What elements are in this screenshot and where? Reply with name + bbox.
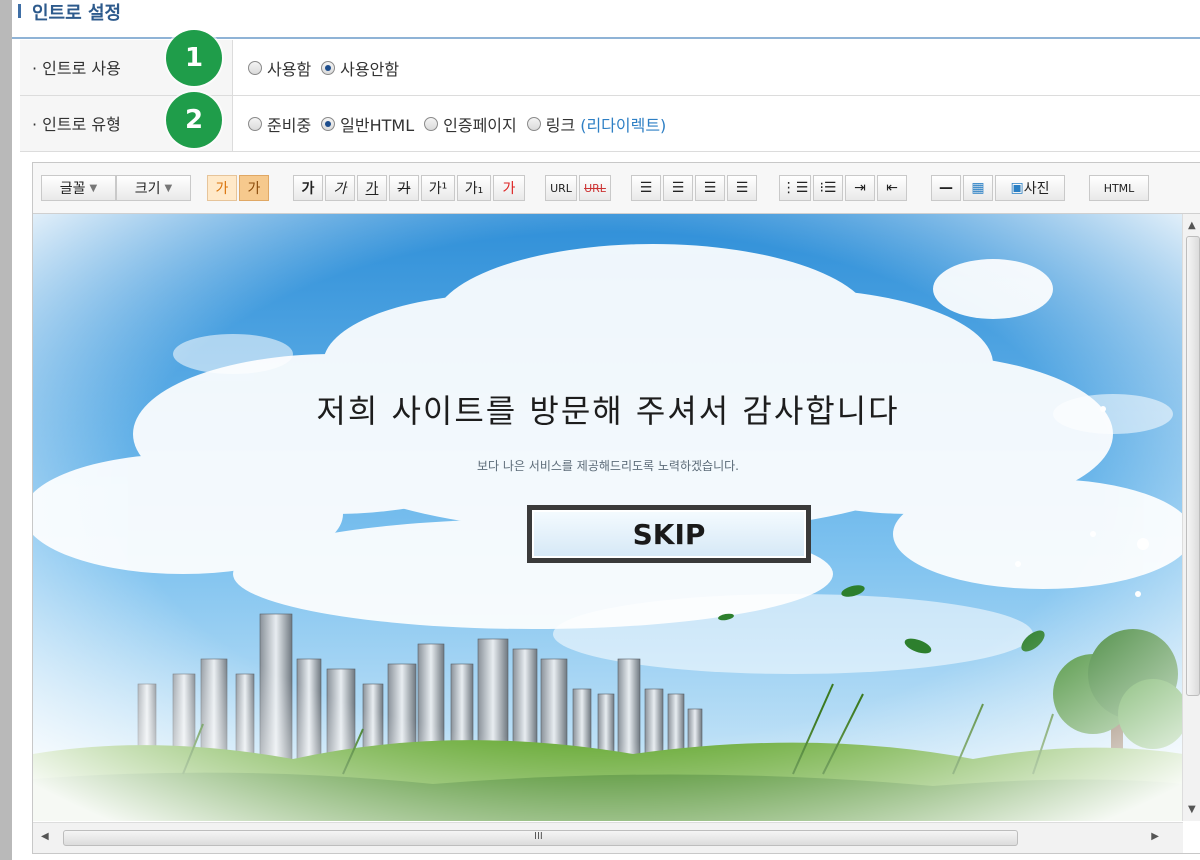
radio-general-html[interactable]	[321, 116, 336, 131]
scroll-left-icon[interactable]: ◀	[41, 831, 49, 842]
option-link[interactable]: 링크 (리다이렉트)	[526, 112, 667, 136]
text-color-button[interactable]: 가	[207, 175, 237, 201]
radio-auth-page[interactable]	[424, 116, 439, 131]
horizontal-rule-icon: —	[939, 180, 953, 196]
intro-use-label: · 인트로 사용	[32, 59, 121, 78]
image-icon: ▣	[1010, 180, 1024, 196]
indent-icon: ⇥	[854, 180, 866, 196]
scroll-down-icon[interactable]: ▼	[1188, 804, 1196, 815]
intro-headline: 저희 사이트를 방문해 주셔서 감사합니다	[316, 392, 900, 430]
vertical-scrollbar[interactable]: ▲ ▼	[1182, 214, 1200, 821]
option-preparing-label: 준비중	[267, 115, 312, 135]
editor-toolbar: 글꼴 ▼ 크기 ▼ 가 가 가 가 가 가 가¹ 가₁ 가 URL URL ☰ ☰ …	[33, 163, 1200, 214]
unordered-list-button[interactable]: ⁝☰	[813, 175, 843, 201]
link-button[interactable]: URL	[545, 175, 577, 201]
indent-button[interactable]: ⇥	[845, 175, 875, 201]
intro-subline: 보다 나은 서비스를 제공해드리도록 노력하겠습니다.	[477, 459, 739, 473]
align-center-icon: ☰	[671, 180, 685, 196]
intro-type-options: 준비중 일반HTML 인증페이지 링크 (리다이렉트)	[248, 96, 666, 151]
ordered-list-icon: ⋮☰	[781, 180, 809, 196]
option-general-html[interactable]: 일반HTML	[321, 112, 414, 136]
superscript-button[interactable]: 가¹	[421, 175, 455, 201]
horizontal-scrollbar[interactable]: ◀ III ▶	[33, 822, 1183, 853]
option-link-suffix: (리다이렉트)	[580, 115, 667, 135]
radio-not-use[interactable]	[321, 60, 336, 75]
radio-use[interactable]	[248, 60, 262, 75]
unordered-list-icon: ⁝☰	[819, 180, 837, 196]
scroll-up-icon[interactable]: ▲	[1188, 220, 1196, 231]
align-center-button[interactable]: ☰	[663, 175, 693, 201]
unlink-button[interactable]: URL	[579, 175, 611, 201]
intro-type-label: · 인트로 유형	[32, 115, 121, 134]
radio-preparing[interactable]	[248, 116, 262, 131]
align-left-icon: ☰	[639, 180, 653, 196]
table-icon: ▦	[971, 180, 985, 196]
radio-link[interactable]	[526, 116, 541, 131]
align-left-button[interactable]: ☰	[631, 175, 661, 201]
italic-button[interactable]: 가	[325, 175, 355, 201]
strikethrough-button[interactable]: 가	[389, 175, 419, 201]
align-right-icon: ☰	[703, 180, 717, 196]
size-select-label: 크기	[134, 181, 161, 197]
chevron-down-icon: ▼	[164, 182, 173, 194]
underline-button[interactable]: 가	[357, 175, 387, 201]
editor-content-area[interactable]: 저희 사이트를 방문해 주셔서 감사합니다 보다 나은 서비스를 제공해드리도록…	[33, 214, 1183, 821]
intro-use-options: 사용함 사용안함	[248, 40, 399, 95]
option-link-label: 링크	[545, 115, 576, 135]
horizontal-rule-button[interactable]: —	[931, 175, 961, 201]
background-color-button[interactable]: 가	[239, 175, 269, 201]
window-left-border	[0, 0, 12, 860]
html-editor: 글꼴 ▼ 크기 ▼ 가 가 가 가 가 가 가¹ 가₁ 가 URL URL ☰ ☰ …	[32, 162, 1200, 854]
insert-photo-label: 사진	[1023, 181, 1050, 197]
size-select[interactable]: 크기 ▼	[116, 175, 191, 201]
font-select-label: 글꼴	[59, 181, 86, 197]
font-select[interactable]: 글꼴 ▼	[41, 175, 116, 201]
option-auth-page-label: 인증페이지	[443, 115, 517, 135]
outdent-button[interactable]: ⇤	[877, 175, 907, 201]
option-auth-page[interactable]: 인증페이지	[424, 112, 517, 136]
option-not-use[interactable]: 사용안함	[321, 56, 399, 80]
subscript-button[interactable]: 가₁	[457, 175, 491, 201]
horizontal-scroll-thumb[interactable]: III	[63, 830, 1018, 846]
section-bullet	[18, 4, 21, 18]
option-use-label: 사용함	[267, 59, 312, 79]
align-justify-icon: ☰	[735, 180, 749, 196]
step-badge-1: 1	[166, 30, 222, 86]
bold-button[interactable]: 가	[293, 175, 323, 201]
insert-photo-button[interactable]: ▣ 사진	[995, 175, 1065, 201]
table-button[interactable]: ▦	[963, 175, 993, 201]
scroll-right-icon[interactable]: ▶	[1151, 831, 1159, 842]
align-right-button[interactable]: ☰	[695, 175, 725, 201]
html-mode-button[interactable]: HTML	[1089, 175, 1149, 201]
option-preparing[interactable]: 준비중	[248, 112, 311, 136]
chevron-down-icon: ▼	[89, 182, 98, 194]
intro-settings-panel: 인트로 설정 · 인트로 사용 사용함 사용안함 1 · 인트로 유형 준비중	[12, 0, 1200, 860]
vertical-scroll-thumb[interactable]	[1186, 236, 1200, 696]
clear-format-button[interactable]: 가	[493, 175, 525, 201]
section-title: 인트로 설정	[32, 3, 122, 24]
align-justify-button[interactable]: ☰	[727, 175, 757, 201]
skip-button[interactable]: SKIP	[527, 505, 811, 563]
option-use[interactable]: 사용함	[248, 56, 311, 80]
option-not-use-label: 사용안함	[340, 59, 400, 79]
step-badge-2: 2	[166, 92, 222, 148]
option-general-html-label: 일반HTML	[340, 115, 415, 135]
scroll-grip: III	[534, 831, 543, 842]
outdent-icon: ⇤	[886, 180, 898, 196]
ordered-list-button[interactable]: ⋮☰	[779, 175, 811, 201]
